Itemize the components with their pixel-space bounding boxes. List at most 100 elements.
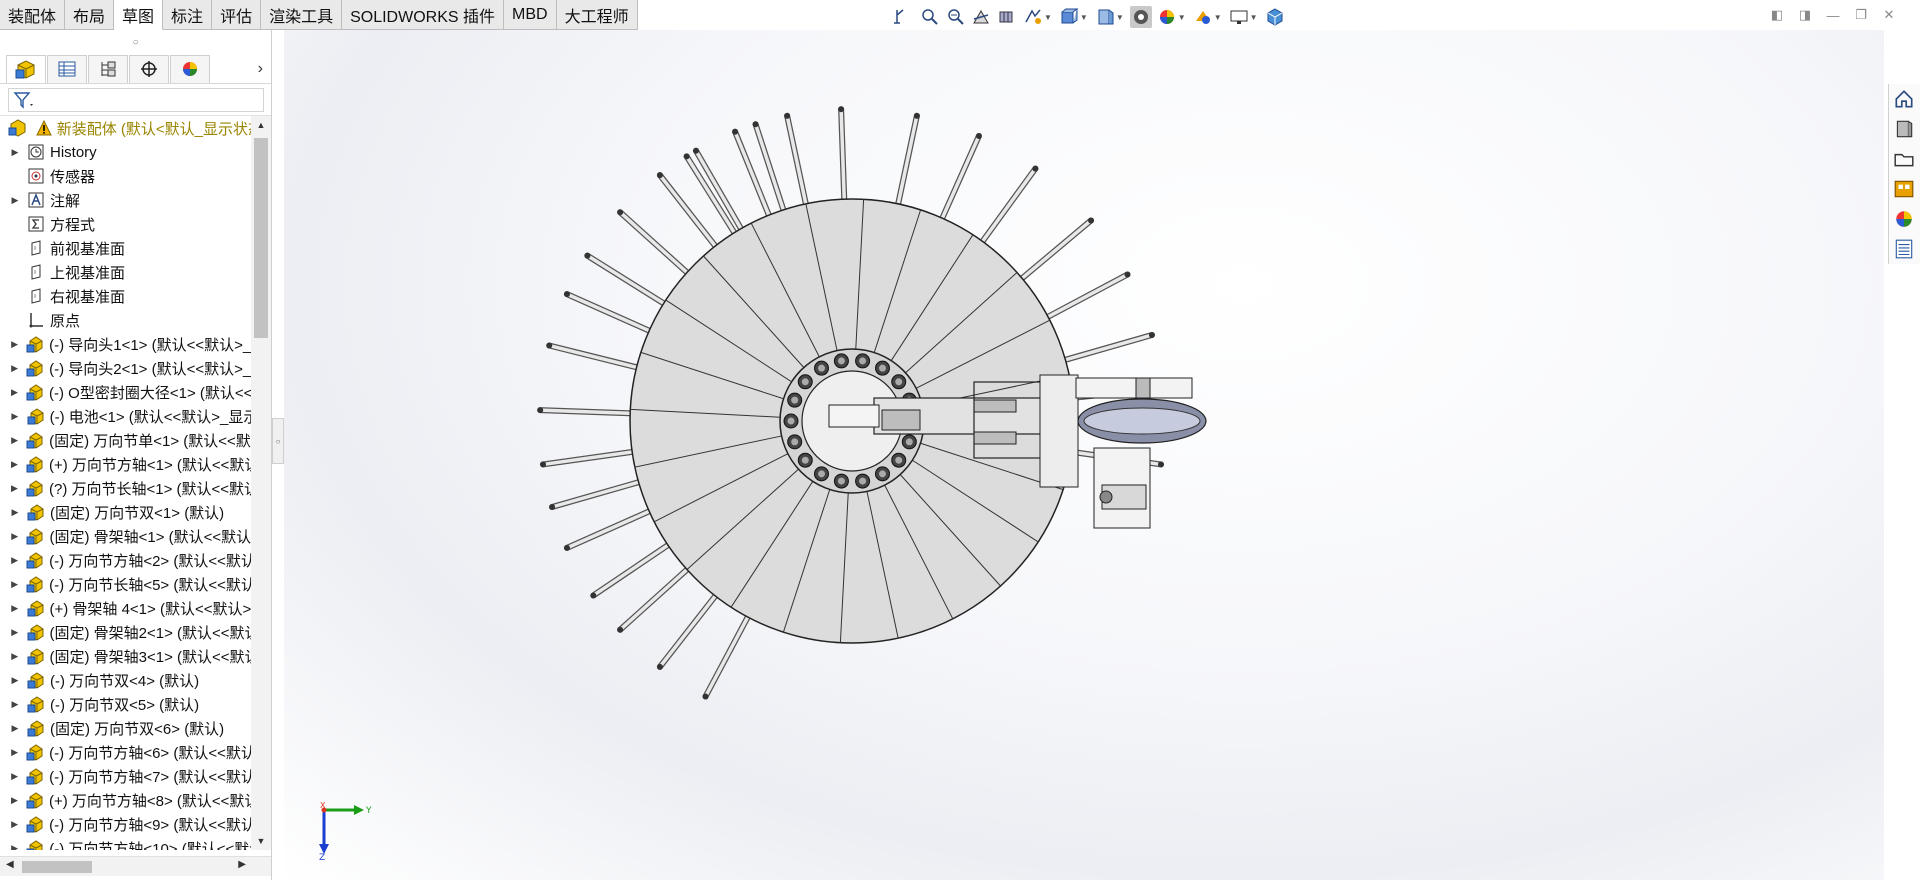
tab-4[interactable]: 评估 [212, 0, 262, 30]
display-icon[interactable] [1228, 6, 1250, 28]
tree-item[interactable]: ▶前视基准面 [0, 236, 252, 260]
tree-item[interactable]: ▶方程式 [0, 212, 252, 236]
tree-item[interactable]: ▶ (固定) 万向节双<1> (默认) [0, 500, 252, 524]
tree-item[interactable]: ▶ (-) 万向节方轴<6> (默认<<默认> [0, 740, 252, 764]
tree-item[interactable]: ▶ (固定) 骨架轴2<1> (默认<<默认 [0, 620, 252, 644]
tree-item[interactable]: ▶ (-) 万向节方轴<7> (默认<<默认> [0, 764, 252, 788]
expand-arrow-icon[interactable]: ▶ [8, 435, 21, 446]
tree-item[interactable]: ▶ History [0, 140, 252, 164]
tree-item[interactable]: ▶ (-) 万向节长轴<5> (默认<<默认> [0, 572, 252, 596]
expand-arrow-icon[interactable]: ▶ [8, 579, 21, 590]
tab-3[interactable]: 标注 [163, 0, 213, 30]
expand-arrow-icon[interactable]: ▶ [8, 387, 21, 398]
section-view-icon[interactable] [970, 6, 992, 28]
restore-icon[interactable]: ❐ [1852, 6, 1870, 24]
expand-arrow-icon[interactable]: ▶ [8, 531, 21, 542]
design-library-icon[interactable] [1889, 116, 1919, 142]
view-settings-icon[interactable] [1192, 6, 1214, 28]
dropdown-caret-icon[interactable]: ▼ [1116, 13, 1124, 22]
tree-item[interactable]: ▶原点 [0, 308, 252, 332]
tree-item[interactable]: ▶ (?) 万向节长轴<1> (默认<<默认> [0, 476, 252, 500]
hscroll-thumb[interactable] [22, 861, 92, 873]
propertymanager-tab[interactable] [47, 54, 87, 83]
zoom-to-area-icon[interactable] [918, 6, 940, 28]
dropdown-caret-icon[interactable]: ▼ [1178, 13, 1186, 22]
expand-arrow-icon[interactable]: ▶ [8, 627, 22, 638]
tree-item[interactable]: ▶ (+) 万向节方轴<8> (默认<<默认> [0, 788, 252, 812]
hide-show-items-icon[interactable] [1094, 6, 1116, 28]
tree-item[interactable]: ▶ (固定) 万向节单<1> (默认<<默认 [0, 428, 252, 452]
dropdown-caret-icon[interactable]: ▼ [1044, 13, 1052, 22]
tab-5[interactable]: 渲染工具 [261, 0, 343, 30]
tab-0[interactable]: 装配体 [0, 0, 66, 30]
dimxpert-tab[interactable] [129, 54, 169, 83]
tree-item[interactable]: ▶ (固定) 万向节双<6> (默认) [0, 716, 252, 740]
tree-item[interactable]: ▶ (固定) 骨架轴3<1> (默认<<默认 [0, 644, 252, 668]
tree-item[interactable]: ▶ (+) 骨架轴 4<1> (默认<<默认>_ [0, 596, 252, 620]
panel-right-icon[interactable]: ◨ [1796, 6, 1814, 24]
apply-scene-icon[interactable] [1156, 6, 1178, 28]
tree-item[interactable]: ▶ (-) 万向节双<4> (默认) [0, 668, 252, 692]
tree-item[interactable]: ▶ (-) 导向头1<1> (默认<<默认>_显 [0, 332, 252, 356]
scroll-left-icon[interactable]: ◀ [6, 859, 14, 870]
edit-appearance-icon[interactable] [1129, 6, 1152, 28]
tree-item[interactable]: ▶右视基准面 [0, 284, 252, 308]
display-style-icon[interactable] [1058, 6, 1080, 28]
tree-item[interactable]: ▶传感器 [0, 164, 252, 188]
tree-item[interactable]: ▶ (+) 万向节方轴<1> (默认<<默认> [0, 452, 252, 476]
scroll-thumb[interactable] [254, 138, 268, 338]
tree-item[interactable]: ▶ (-) 万向节方轴<2> (默认<<默认> [0, 548, 252, 572]
expand-arrow-icon[interactable]: ▶ [8, 819, 21, 830]
tree-root-assembly[interactable]: 新装配体 (默认<默认_显示状态-1>) [0, 116, 252, 140]
tab-1[interactable]: 布局 [65, 0, 115, 30]
tree-item[interactable]: ▶ (-) O型密封圈大径<1> (默认<<默 [0, 380, 252, 404]
tree-item[interactable]: ▶ 注解 [0, 188, 252, 212]
expand-arrow-icon[interactable]: ▶ [8, 459, 21, 470]
displaymanager-tab[interactable] [170, 54, 210, 83]
tab-6[interactable]: SOLIDWORKS 插件 [342, 0, 505, 30]
3d-view-icon[interactable] [1264, 6, 1286, 28]
scroll-down-icon[interactable]: ▼ [251, 832, 271, 850]
featuremanager-tab[interactable] [6, 54, 46, 83]
tab-8[interactable]: 大工程师 [556, 0, 638, 30]
zoom-to-fit-icon[interactable] [892, 6, 914, 28]
panel-tabs-more-icon[interactable]: › [258, 60, 263, 78]
tab-7[interactable]: MBD [504, 0, 557, 30]
expand-arrow-icon[interactable]: ▶ [8, 363, 21, 374]
file-explorer-icon[interactable] [1889, 146, 1919, 172]
tree-item[interactable]: ▶ (-) 万向节方轴<10> (默认<<默认 [0, 836, 252, 850]
dropdown-caret-icon[interactable]: ▼ [1250, 13, 1258, 22]
panel-grip[interactable]: ○ [0, 30, 271, 54]
expand-arrow-icon[interactable]: ▶ [8, 411, 22, 422]
tree-item[interactable]: ▶ (固定) 骨架轴<1> (默认<<默认> [0, 524, 252, 548]
expand-arrow-icon[interactable]: ▶ [8, 555, 21, 566]
custom-properties-icon[interactable] [1889, 236, 1919, 262]
close-icon[interactable]: ✕ [1880, 6, 1898, 24]
expand-arrow-icon[interactable]: ▶ [8, 771, 21, 782]
expand-arrow-icon[interactable]: ▶ [8, 843, 21, 851]
dropdown-caret-icon[interactable]: ▼ [1080, 13, 1088, 22]
tree-filter-input[interactable] [8, 87, 264, 112]
expand-arrow-icon[interactable]: ▶ [8, 603, 22, 614]
previous-view-icon[interactable] [944, 6, 966, 28]
view-palette-icon[interactable] [1889, 176, 1919, 202]
tab-2[interactable]: 草图 [114, 0, 164, 30]
expand-arrow-icon[interactable]: ▶ [8, 339, 21, 350]
expand-arrow-icon[interactable]: ▶ [8, 651, 22, 662]
panel-left-icon[interactable]: ◧ [1768, 6, 1786, 24]
expand-arrow-icon[interactable]: ▶ [8, 747, 21, 758]
expand-arrow-icon[interactable]: ▶ [8, 507, 22, 518]
view-orientation-icon[interactable] [1022, 6, 1044, 28]
graphics-area[interactable] [284, 30, 1884, 880]
scroll-up-icon[interactable]: ▲ [251, 116, 271, 134]
scroll-right-icon[interactable]: ▶ [238, 859, 246, 870]
configurationmanager-tab[interactable] [88, 54, 128, 83]
tree-item[interactable]: ▶ (-) 万向节双<5> (默认) [0, 692, 252, 716]
dropdown-caret-icon[interactable]: ▼ [1214, 13, 1222, 22]
dynamic-annotation-icon[interactable] [996, 6, 1018, 28]
home-icon[interactable] [1889, 86, 1919, 112]
expand-arrow-icon[interactable]: ▶ [8, 795, 21, 806]
minimize-icon[interactable]: — [1824, 6, 1842, 24]
tree-item[interactable]: ▶ (-) 电池<1> (默认<<默认>_显示 [0, 404, 252, 428]
tree-horizontal-scrollbar[interactable]: ◀ ▶ [0, 856, 271, 876]
